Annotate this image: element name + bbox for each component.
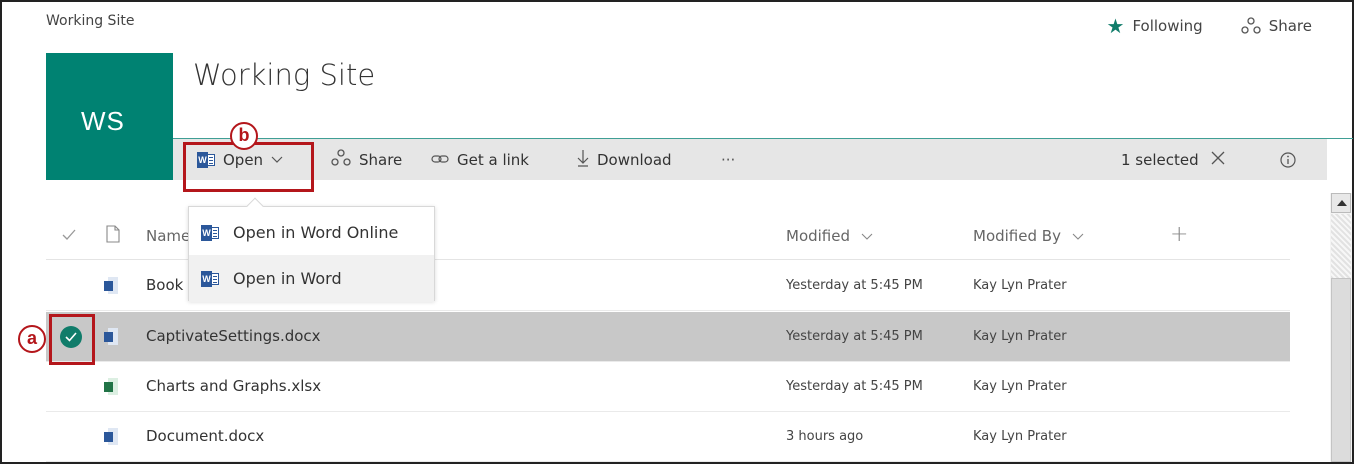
modified-by-value[interactable]: Kay Lyn Prater [973, 379, 1067, 394]
following-label: Following [1132, 17, 1203, 35]
selected-label: 1 selected [1121, 150, 1199, 169]
scroll-thumb[interactable] [1331, 278, 1351, 462]
modified-by-value[interactable]: Kay Lyn Prater [973, 429, 1067, 444]
modified-value: Yesterday at 5:45 PM [786, 278, 923, 293]
menu-item-open-word-online[interactable]: W Open in Word Online [189, 209, 434, 256]
share-button[interactable]: Share [331, 139, 402, 180]
close-icon[interactable] [1211, 151, 1225, 169]
share-site-button[interactable]: Share [1241, 16, 1312, 36]
modified-value: Yesterday at 5:45 PM [786, 379, 923, 394]
site-breadcrumb[interactable]: Working Site [46, 13, 134, 29]
file-name[interactable]: Document.docx [146, 427, 264, 445]
vertical-scrollbar[interactable] [1330, 193, 1352, 462]
word-file-icon [104, 428, 118, 445]
table-row[interactable]: Document.docx 3 hours ago Kay Lyn Prater [46, 412, 1290, 462]
annotation-callout-a: a [18, 325, 46, 353]
column-header-name[interactable]: Name [146, 227, 190, 245]
site-logo[interactable]: WS [46, 53, 173, 180]
word-icon: W [201, 224, 219, 241]
scroll-track[interactable] [1331, 214, 1351, 278]
table-row[interactable]: Charts and Graphs.xlsx Yesterday at 5:45… [46, 362, 1290, 412]
annotation-box-b [183, 142, 314, 192]
page-title[interactable]: Working Site [193, 58, 375, 92]
add-column-button[interactable]: + [1170, 222, 1188, 247]
get-link-button[interactable]: Get a link [431, 139, 529, 180]
share-site-label: Share [1268, 17, 1312, 35]
download-button[interactable]: Download [577, 139, 672, 180]
command-bar: W Open Share Get a link Download ··· 1 s… [173, 139, 1327, 180]
selection-count: 1 selected [1121, 139, 1225, 180]
link-icon [431, 151, 449, 169]
following-button[interactable]: ★ Following [1107, 16, 1203, 36]
file-name[interactable]: CaptivateSettings.docx [146, 327, 321, 345]
annotation-box-a [49, 314, 95, 365]
modified-by-value[interactable]: Kay Lyn Prater [973, 329, 1067, 344]
menu-item-open-word[interactable]: W Open in Word [189, 255, 434, 302]
menu-item-label: Open in Word Online [233, 223, 399, 242]
scroll-up-arrow-icon[interactable] [1331, 193, 1351, 213]
file-name[interactable]: Charts and Graphs.xlsx [146, 377, 321, 395]
select-all-checkbox[interactable] [62, 227, 76, 245]
open-dropdown-menu: W Open in Word Online W Open in Word [188, 197, 435, 302]
download-label: Download [597, 150, 672, 169]
word-file-icon [104, 277, 118, 294]
share-label: Share [359, 150, 403, 169]
star-icon: ★ [1106, 14, 1125, 38]
modified-by-value[interactable]: Kay Lyn Prater [973, 278, 1067, 293]
share-icon [331, 148, 351, 171]
table-row-selected[interactable]: CaptivateSettings.docx Yesterday at 5:45… [46, 312, 1290, 362]
column-header-modified-by[interactable]: Modified By [973, 227, 1084, 245]
share-icon [1241, 17, 1261, 35]
top-actions: ★ Following Share [1107, 16, 1312, 36]
excel-file-icon [104, 378, 118, 395]
info-icon[interactable] [1280, 139, 1296, 180]
modified-value: Yesterday at 5:45 PM [786, 329, 923, 344]
menu-item-label: Open in Word [233, 269, 342, 288]
get-link-label: Get a link [457, 150, 529, 169]
word-icon: W [201, 270, 219, 287]
site-logo-initials: WS [81, 106, 125, 136]
download-icon [577, 149, 589, 171]
file-name[interactable]: Book [146, 276, 183, 294]
word-file-icon [104, 328, 118, 345]
column-header-modified[interactable]: Modified [786, 227, 873, 245]
modified-value: 3 hours ago [786, 429, 864, 444]
annotation-callout-b: b [230, 122, 258, 150]
file-type-icon [106, 225, 120, 247]
more-button[interactable]: ··· [721, 139, 735, 180]
